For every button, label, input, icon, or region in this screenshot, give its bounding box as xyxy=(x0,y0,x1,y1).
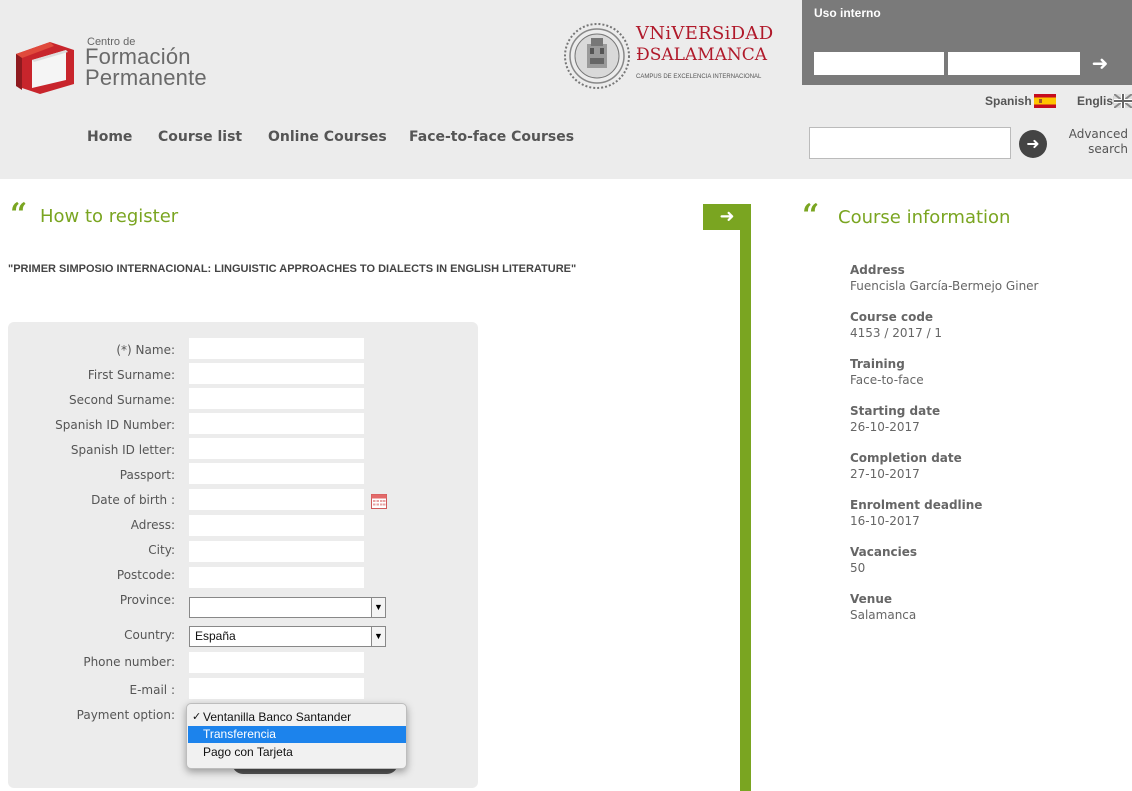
second-surname-label: Second Surname: xyxy=(69,393,175,407)
language-spanish-link[interactable]: Spanish xyxy=(985,94,1032,108)
calendar-icon[interactable] xyxy=(371,494,387,509)
postcode-label: Postcode: xyxy=(116,568,175,582)
quote-mark-icon: “ xyxy=(10,197,28,232)
internal-username-input[interactable] xyxy=(814,52,944,75)
city-label: City: xyxy=(148,543,175,557)
course-title: "PRIMER SIMPOSIO INTERNACIONAL: LINGUIST… xyxy=(8,263,577,275)
info-label: Starting date xyxy=(850,404,941,418)
info-label: Venue xyxy=(850,592,892,606)
payment-option-dropdown[interactable]: ✓ Ventanilla Banco Santander Transferenc… xyxy=(186,703,407,769)
payment-option-label: Ventanilla Banco Santander xyxy=(203,710,352,724)
passport-input[interactable] xyxy=(189,463,364,484)
date-of-birth-input[interactable] xyxy=(189,489,364,510)
nav-home[interactable]: Home xyxy=(87,129,132,145)
id-number-input[interactable] xyxy=(189,413,364,434)
column-divider xyxy=(740,230,751,791)
checkmark-icon: ✓ xyxy=(192,711,202,723)
chevron-down-icon: ▼ xyxy=(371,598,385,617)
nav-course-list[interactable]: Course list xyxy=(158,129,242,145)
spain-flag-icon[interactable] xyxy=(1034,94,1056,108)
country-label: Country: xyxy=(124,628,175,642)
info-value: 4153 / 2017 / 1 xyxy=(850,326,943,340)
country-select[interactable]: España ▼ xyxy=(189,626,386,647)
advanced-search-line2: search xyxy=(1088,142,1128,156)
internal-password-input[interactable] xyxy=(948,52,1080,75)
university-seal-icon xyxy=(564,23,630,89)
passport-label: Passport: xyxy=(119,468,175,482)
advanced-search-line1: Advanced xyxy=(1068,127,1128,141)
internal-login-box: Uso interno ➜ xyxy=(802,0,1132,85)
id-letter-label: Spanish ID letter: xyxy=(70,443,175,457)
email-label: E-mail : xyxy=(129,683,175,697)
cfp-logo[interactable]: Centro de Formación Permanente xyxy=(10,30,230,100)
first-surname-input[interactable] xyxy=(189,363,364,384)
nav-online-courses[interactable]: Online Courses xyxy=(268,129,387,145)
course-information-heading: Course information xyxy=(838,207,1011,228)
info-value: Fuencisla García-Bermejo Giner xyxy=(850,279,1039,293)
country-selected-value: España xyxy=(195,629,236,643)
internal-login-label: Uso interno xyxy=(814,6,881,20)
name-input[interactable] xyxy=(189,338,364,359)
info-label: Completion date xyxy=(850,451,962,465)
nav-face-to-face-courses[interactable]: Face-to-face Courses xyxy=(409,129,574,145)
payment-option-item-highlighted[interactable]: Transferencia xyxy=(188,726,406,743)
postcode-input[interactable] xyxy=(189,567,364,588)
payment-option-item[interactable]: Pago con Tarjeta xyxy=(188,744,406,761)
info-label: Course code xyxy=(850,310,934,324)
toggle-arrow-icon[interactable]: ➜ xyxy=(703,204,751,230)
usal-logo-line2: ÐSALAMANCA xyxy=(636,45,768,65)
cfp-logo-mark-icon xyxy=(16,42,74,94)
payment-label: Payment option: xyxy=(76,708,175,722)
header: Centro de Formación Permanente VNiVERSiD… xyxy=(0,0,1132,179)
search-input[interactable] xyxy=(809,127,1011,159)
info-value: 27-10-2017 xyxy=(850,467,920,481)
first-surname-label: First Surname: xyxy=(87,368,175,382)
phone-input[interactable] xyxy=(189,652,364,673)
usal-logo-line3: CAMPUS DE EXCELENCIA INTERNACIONAL xyxy=(636,74,762,80)
how-to-register-heading: How to register xyxy=(40,206,179,227)
chevron-down-icon: ▼ xyxy=(371,627,385,646)
info-label: Vacancies xyxy=(850,545,917,559)
name-label: (*) Name: xyxy=(116,343,175,357)
payment-option-label: Transferencia xyxy=(203,727,276,741)
info-label: Enrolment deadline xyxy=(850,498,983,512)
advanced-search-link[interactable]: Advanced search xyxy=(1062,127,1128,157)
payment-option-label: Pago con Tarjeta xyxy=(203,745,293,759)
id-number-label: Spanish ID Number: xyxy=(55,418,175,432)
address-label: Adress: xyxy=(130,518,175,532)
province-select[interactable]: ▼ xyxy=(189,597,386,618)
usal-logo[interactable]: VNiVERSiDAD ÐSALAMANCA CAMPUS DE EXCELEN… xyxy=(563,22,783,97)
internal-login-arrow-icon[interactable]: ➜ xyxy=(1082,52,1118,75)
info-label: Address xyxy=(850,263,905,277)
cfp-logo-line3: Permanente xyxy=(85,65,207,90)
email-input[interactable] xyxy=(189,678,364,699)
date-of-birth-label: Date of birth : xyxy=(91,493,175,507)
info-value: 26-10-2017 xyxy=(850,420,920,434)
payment-option-item[interactable]: ✓ Ventanilla Banco Santander xyxy=(188,709,406,726)
info-value: Salamanca xyxy=(850,608,917,622)
info-value: 50 xyxy=(850,561,866,575)
second-surname-input[interactable] xyxy=(189,388,364,409)
quote-mark-icon: “ xyxy=(802,198,820,233)
info-label: Training xyxy=(850,357,905,371)
phone-label: Phone number: xyxy=(83,655,175,669)
info-value: Face-to-face xyxy=(850,373,924,387)
uk-flag-icon[interactable] xyxy=(1114,94,1132,108)
city-input[interactable] xyxy=(189,541,364,562)
id-letter-input[interactable] xyxy=(189,438,364,459)
search-arrow-icon[interactable]: ➜ xyxy=(1019,130,1047,158)
province-label: Province: xyxy=(119,593,175,607)
address-input[interactable] xyxy=(189,515,364,536)
usal-logo-line1: VNiVERSiDAD xyxy=(636,23,774,44)
info-value: 16-10-2017 xyxy=(850,514,920,528)
